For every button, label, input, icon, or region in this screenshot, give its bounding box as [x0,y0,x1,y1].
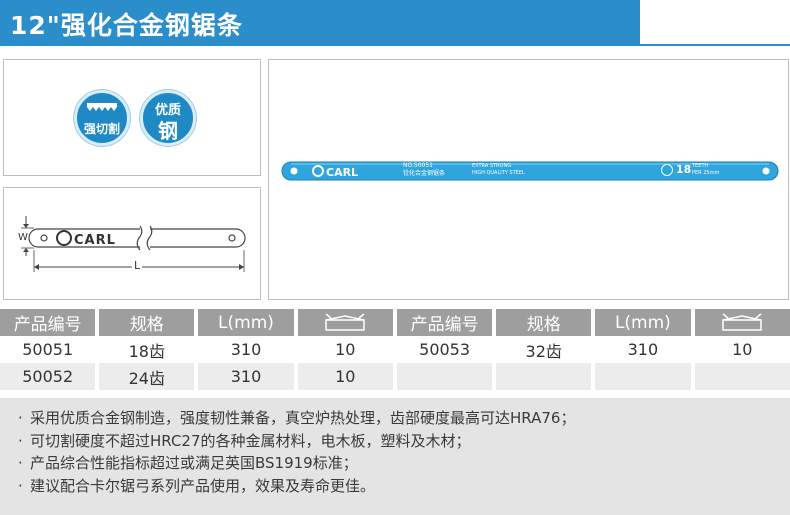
diagram-brand-text: CARL [74,233,116,248]
cell-spec: 18齿 [99,336,195,363]
blade-brand: CARL [312,165,358,179]
col-header-length: L(mm) [198,309,294,336]
blade-extra-1: EXTRA STRONG [472,163,512,169]
table-row: 50052 24齿 310 10 [0,363,790,390]
length-label: L [134,259,141,272]
col-header-package-2 [694,309,790,336]
blade-teeth-count: 18 [676,163,692,176]
blade-extra: EXTRA STRONG HIGH QUALITY STEEL [472,163,525,177]
features-panel: · 采用优质合金钢制造，强度韧性兼备，真空炉热处理，齿部硬度最高可达HRA76； … [0,398,790,515]
blade-model: NO.50051 铨化合金钢锯条 [403,162,445,178]
blade-model-no: NO.50051 [403,162,433,169]
badge-steel-label: 钢 [158,119,178,143]
feature-text: 产品综合性能指标超过或满足英国BS1919标准； [30,454,358,472]
cell-package: 10 [297,336,393,363]
product-photo-panel: CARL NO.50051 铨化合金钢锯条 EXTRA STRONG HIGH … [268,59,789,300]
title-underline [640,44,790,46]
cell-spec: 32齿 [496,336,592,363]
cell-package: 10 [694,336,790,363]
cell-code: 50053 [396,336,493,363]
cell-package [694,363,790,390]
package-icon [325,312,366,331]
steel-badge: 优质 钢 [140,90,196,146]
list-item: · 采用优质合金钢制造，强度韧性兼备，真空炉热处理，齿部硬度最高可达HRA76； [18,409,576,427]
badge-panel: 强切割 优质 钢 [3,59,261,176]
feature-text: 可切割硬度不超过HRC27的各种金属材料，电木板，塑料及木材； [30,431,471,450]
list-item: · 产品综合性能指标超过或满足英国BS1919标准； [18,454,358,472]
blade-brand-text: CARL [326,166,359,179]
blade-model-sub: 铨化合金钢锯条 [403,170,446,177]
width-label: W [18,232,28,243]
blade-dimension-drawing [21,216,246,273]
col-header-code-2: 产品编号 [396,309,493,336]
col-header-length-2: L(mm) [595,309,691,336]
page-title: 12"强化合金钢锯条 [10,11,243,40]
table-header-row: 产品编号 规格 L(mm) 产品编号 规格 L(mm) [0,309,790,336]
title-bar: 12"强化合金钢锯条 [0,0,640,46]
cell-spec: 24齿 [99,363,195,390]
diagram-brand-label: CARL [56,230,116,248]
spec-table: 产品编号 规格 L(mm) 产品编号 规格 L(mm) 50051 18齿 31… [0,309,790,390]
cell-length: 310 [198,363,294,390]
blade-extra-2: HIGH QUALITY STEEL [472,170,525,176]
list-item: · 建议配合卡尔锯弓系列产品使用，效果及寿命更佳。 [18,476,376,495]
cell-spec [496,363,592,390]
col-header-package [297,309,393,336]
cell-code: 50052 [0,363,96,390]
carl-logo-icon [56,230,72,246]
badge-cutting-label: 强切割 [83,122,120,136]
cell-length: 310 [595,336,691,363]
blade-teeth-l1: TEETH [692,163,709,169]
list-item: · 可切割硬度不超过HRC27的各种金属材料，电木板，塑料及木材； [18,431,471,450]
cutting-badge: 强切割 [74,90,130,146]
col-header-spec-2: 规格 [496,309,592,336]
carl-logo-icon [312,165,324,177]
saw-teeth-icon [87,103,117,111]
table-row: 50051 18齿 310 10 50053 32齿 310 10 [0,336,790,363]
feature-text: 采用优质合金钢制造，强度韧性兼备，真空炉热处理，齿部硬度最高可达HRA76； [30,409,576,427]
blade-teeth-l2: PER 25mm [692,170,720,176]
feature-text: 建议配合卡尔锯弓系列产品使用，效果及寿命更佳。 [30,476,376,495]
blade-teeth-unit: TEETH PER 25mm [692,163,719,177]
cell-code [396,363,493,390]
col-header-spec: 规格 [99,309,195,336]
features-list: · 采用优质合金钢制造，强度韧性兼备，真空炉热处理，齿部硬度最高可达HRA76； … [0,398,790,497]
col-header-code: 产品编号 [0,309,96,336]
cell-package: 10 [297,363,393,390]
cell-length [595,363,691,390]
cell-code: 50051 [0,336,96,363]
cell-length: 310 [198,336,294,363]
gear-icon [661,164,673,176]
package-icon [722,312,763,331]
saw-blade-image [281,161,779,181]
dimension-diagram: W L CARL [3,187,261,300]
